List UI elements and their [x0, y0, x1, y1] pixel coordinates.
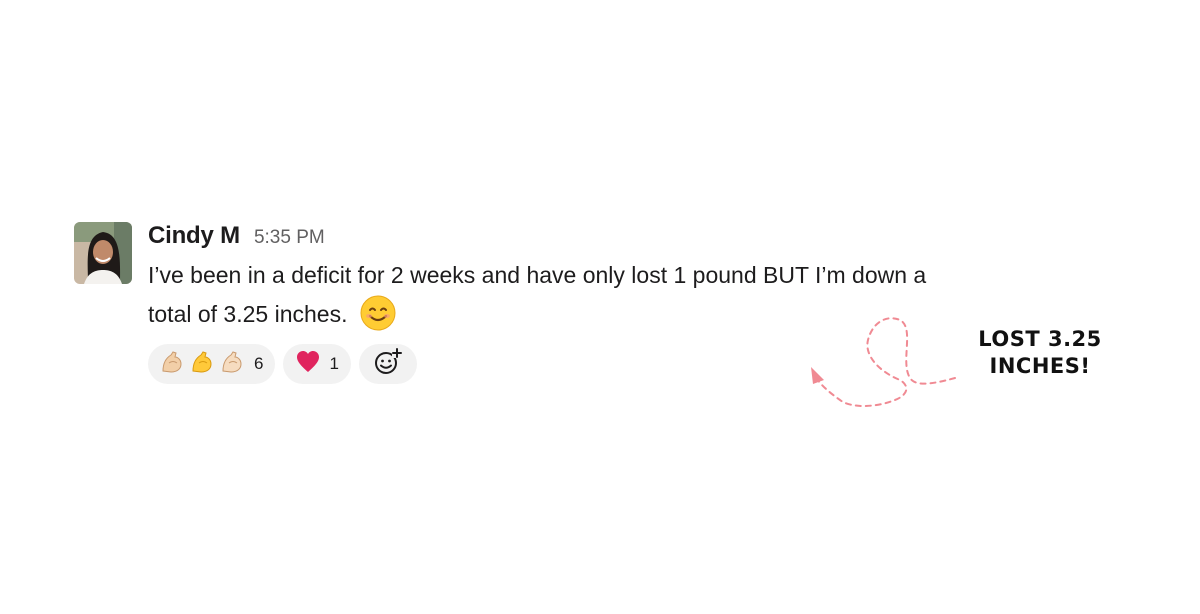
message-header: Cindy M 5:35 PM [148, 222, 968, 252]
reaction-flexed-biceps[interactable]: 6 [148, 344, 276, 384]
reaction-count: 1 [329, 354, 339, 373]
smiling-face-icon [360, 295, 396, 331]
avatar[interactable] [74, 222, 132, 284]
sender-name[interactable]: Cindy M [148, 222, 240, 250]
add-reaction-button[interactable] [358, 344, 417, 384]
annotation-line-1: LOST 3.25 [978, 327, 1102, 351]
avatar-photo [74, 222, 132, 284]
red-heart-icon [295, 349, 321, 380]
annotation-line-2: INCHES! [989, 354, 1091, 378]
reaction-count: 6 [254, 354, 264, 373]
reaction-red-heart[interactable]: 1 [283, 344, 351, 384]
flexed-biceps-light-icon [220, 349, 246, 380]
add-reaction-icon [373, 347, 403, 382]
annotation-callout: LOST 3.25 INCHES! [960, 326, 1120, 380]
curved-arrow-icon [811, 317, 956, 407]
flexed-biceps-yellow-icon [190, 349, 216, 380]
flexed-biceps-light-icon [160, 349, 186, 380]
slack-message-canvas: Cindy M 5:35 PM I’ve been in a deficit f… [0, 0, 1200, 614]
message-timestamp[interactable]: 5:35 PM [254, 227, 325, 249]
